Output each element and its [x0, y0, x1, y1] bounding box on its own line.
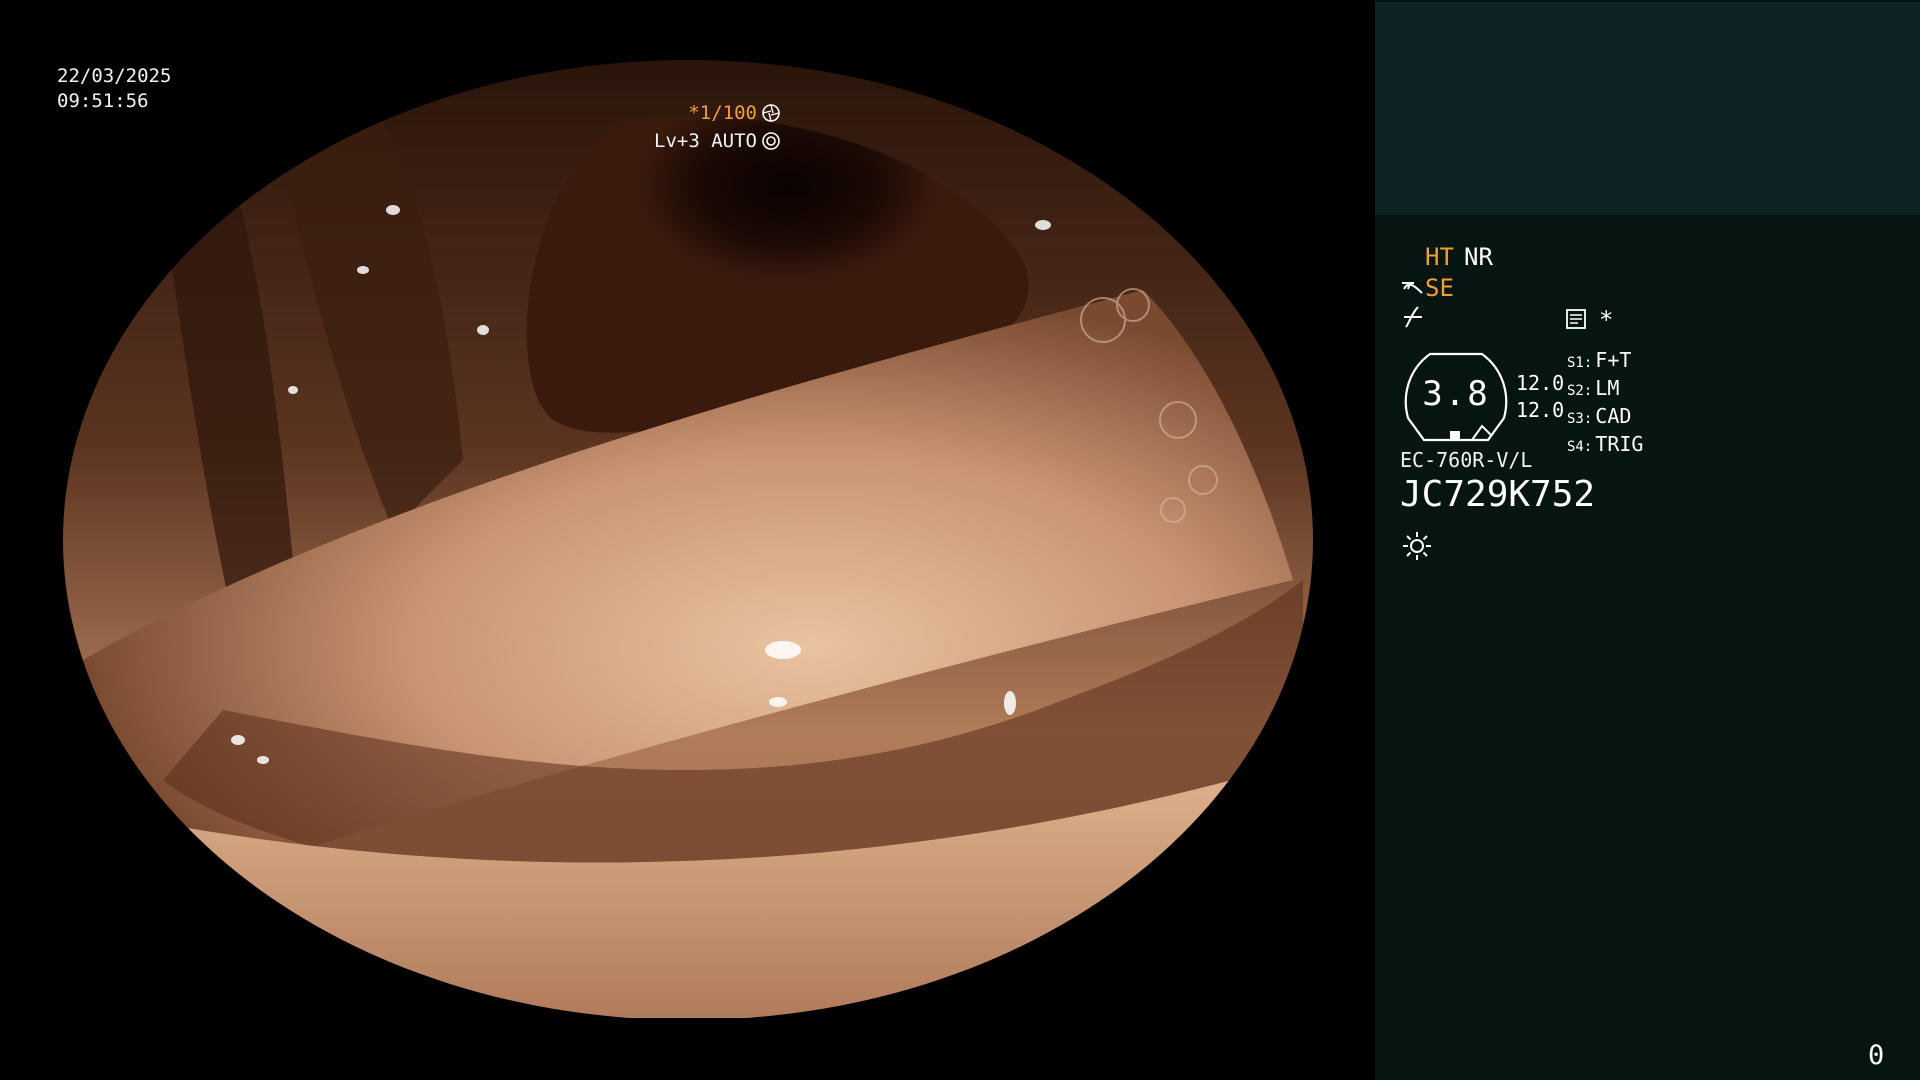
endoscopic-image [63, 60, 1313, 1020]
shutter-line: *1/100 [654, 99, 781, 127]
memo-icon [1565, 308, 1587, 330]
scope-tip-icon [1400, 275, 1424, 299]
switch-1: S1: F+T [1567, 348, 1643, 376]
value-1: 12.0 [1516, 371, 1565, 395]
curve-icon [1402, 305, 1424, 329]
gauge-display: 3.8 [1400, 352, 1512, 442]
switch-4-key: S4: [1567, 439, 1593, 455]
aperture-icon [761, 103, 781, 123]
switch-1-value: F+T [1595, 348, 1632, 372]
value-column: 12.0 12.0 [1516, 370, 1564, 424]
nr-indicator: NR [1464, 243, 1493, 271]
light-level-line: Lv+3 AUTO [654, 127, 781, 155]
switch-1-key: S1: [1567, 355, 1593, 371]
mask-bottom [0, 1018, 1375, 1080]
gauge-value: 3.8 [1422, 374, 1490, 414]
sun-icon [1402, 531, 1432, 561]
image-counter: 0 [1868, 1040, 1885, 1071]
date-time-display: 22/03/2025 09:51:56 [57, 64, 171, 114]
switch-2-value: LM [1595, 376, 1620, 400]
iris-icon [761, 131, 781, 151]
switch-3-key: S3: [1567, 411, 1593, 427]
switch-2: S2: LM [1567, 376, 1643, 404]
star-indicator: * [1599, 306, 1614, 334]
se-indicator: SE [1425, 274, 1454, 302]
time-text: 09:51:56 [57, 90, 149, 112]
shutter-speed: *1/100 [688, 102, 757, 124]
info-panel [1375, 0, 1920, 1080]
exposure-overlay: *1/100 Lv+3 AUTO [654, 99, 781, 155]
mask-top [0, 0, 1375, 60]
switch-3-value: CAD [1595, 404, 1632, 428]
switch-4: S4: TRIG [1567, 432, 1643, 460]
ht-indicator: HT [1425, 243, 1454, 271]
value-2: 12.0 [1516, 398, 1565, 422]
switch-2-key: S2: [1567, 383, 1593, 399]
colon-lumen-image [63, 60, 1313, 1020]
endoscope-video-area: 22/03/2025 09:51:56 *1/100 Lv+3 AUTO [0, 0, 1375, 1080]
scope-model: EC-760R-V/L [1400, 448, 1533, 472]
info-panel-header [1375, 2, 1920, 215]
light-level: Lv+3 AUTO [654, 130, 757, 152]
switch-4-value: TRIG [1595, 432, 1644, 456]
switch-assignments: S1: F+T S2: LM S3: CAD S4: TRIG [1567, 348, 1643, 460]
scope-serial: JC729K752 [1400, 474, 1596, 515]
switch-3: S3: CAD [1567, 404, 1643, 432]
date-text: 22/03/2025 [57, 65, 172, 87]
